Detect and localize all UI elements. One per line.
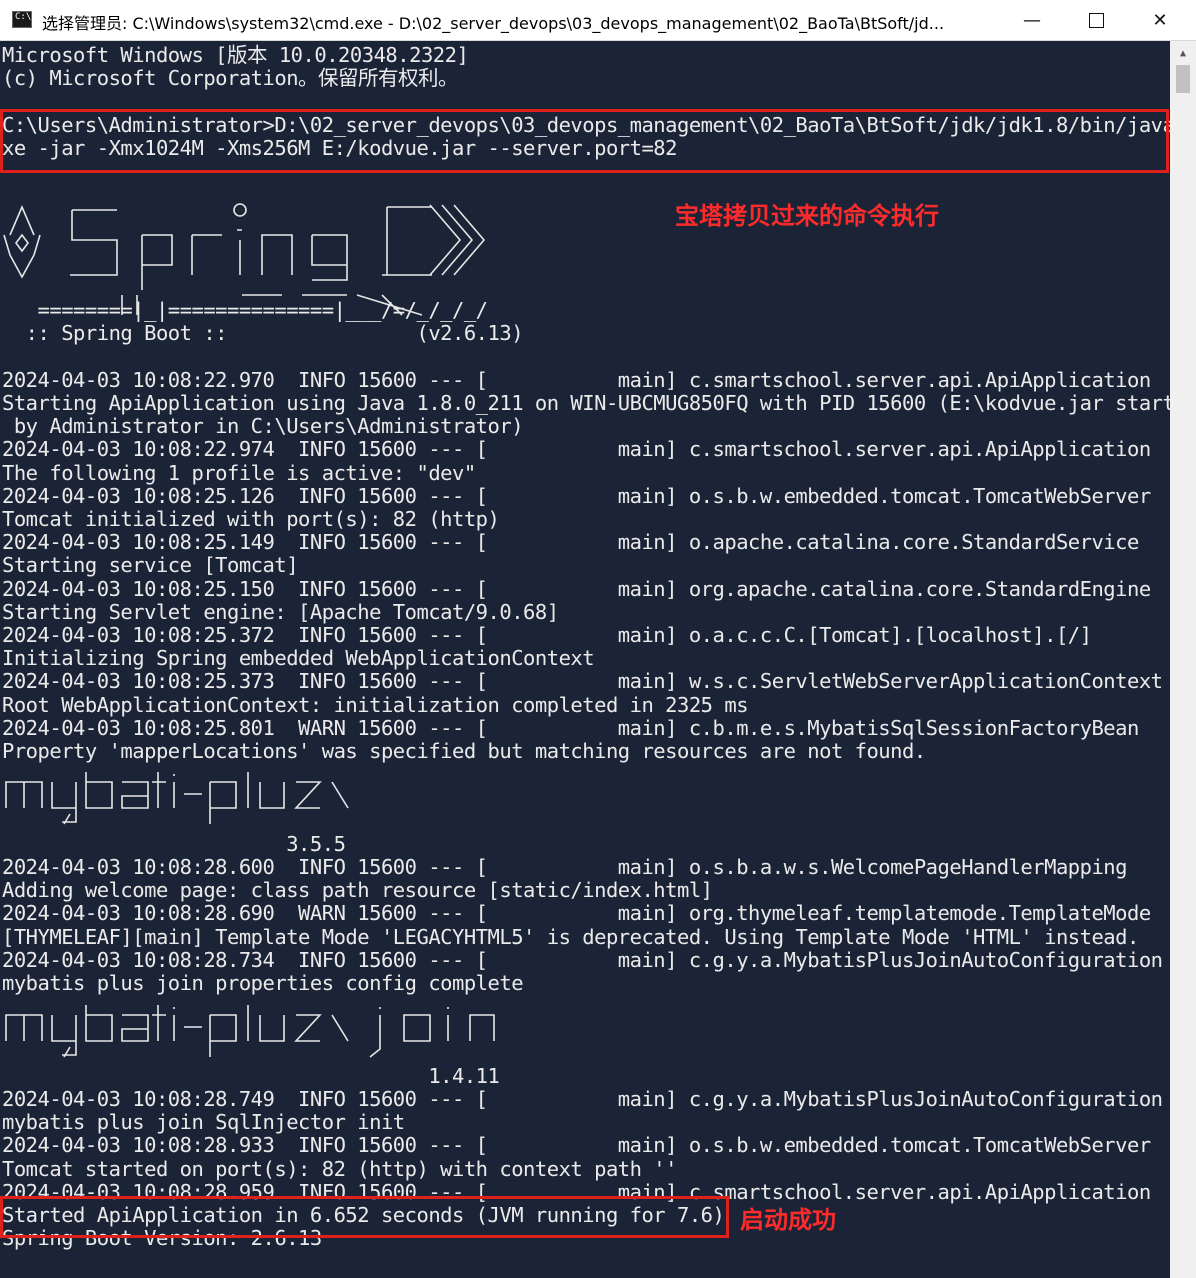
- close-icon: ✕: [1152, 9, 1168, 31]
- mybatis-plus-ascii-logo: [5, 772, 349, 825]
- console-line: 2024-04-03 10:08:28.749 INFO 15600 --- […: [2, 1087, 1170, 1111]
- console-line: 2024-04-03 10:08:28.690 WARN 15600 --- […: [2, 901, 1170, 926]
- console-line: Microsoft Windows [版本 10.0.20348.2322]: [2, 43, 469, 67]
- scroll-up-arrow-icon[interactable]: ▲: [1170, 41, 1196, 65]
- console-line: 2024-04-03 10:08:25.149 INFO 15600 --- […: [2, 530, 1170, 555]
- title-bar: C:\ 选择管理员: C:\Windows\system32\cmd.exe -…: [0, 0, 1196, 41]
- minimize-button[interactable]: —: [1002, 0, 1062, 40]
- console-line: Tomcat started on port(s): 82 (http) wit…: [2, 1156, 678, 1181]
- console-line: 2024-04-03 10:08:25.801 WARN 15600 --- […: [2, 715, 1170, 740]
- window-title: 选择管理员: C:\Windows\system32\cmd.exe - D:\…: [42, 14, 945, 33]
- spring-ascii-logo: [3, 203, 486, 316]
- mybatis-plus-join-ascii-logo: [5, 1005, 495, 1058]
- console-line: mybatis plus join SqlInjector init: [2, 1110, 405, 1135]
- console-line: 2024-04-03 10:08:22.974 INFO 15600 --- […: [2, 437, 1170, 462]
- console-line: mybatis plus join properties config comp…: [2, 971, 524, 995]
- maximize-button[interactable]: [1066, 0, 1126, 40]
- console-line: 2024-04-03 10:08:22.970 INFO 15600 --- […: [2, 367, 1170, 392]
- console-line: 3.5.5: [2, 831, 346, 856]
- console-line: by Administrator in C:\Users\Administrat…: [2, 414, 524, 439]
- vertical-scrollbar[interactable]: ▲: [1170, 41, 1196, 1278]
- console-line: Adding welcome page: class path resource…: [2, 878, 713, 903]
- console-line: :: Spring Boot :: (v2.6.13): [2, 321, 524, 346]
- console-line: Tomcat initialized with port(s): 82 (htt…: [2, 507, 500, 531]
- console-line: 2024-04-03 10:08:28.600 INFO 15600 --- […: [2, 855, 1170, 879]
- console-line: 2024-04-03 10:08:28.933 INFO 15600 --- […: [2, 1133, 1170, 1158]
- console-line: Starting ApiApplication using Java 1.8.0…: [2, 391, 1170, 415]
- console-line: 1.4.11: [2, 1063, 500, 1088]
- console-line: Property 'mapperLocations' was specified…: [2, 739, 926, 763]
- command-annotation: 宝塔拷贝过来的命令执行: [675, 202, 939, 230]
- minimize-icon: —: [1023, 9, 1041, 31]
- close-button[interactable]: ✕: [1130, 0, 1190, 40]
- started-highlight-box: [0, 1196, 729, 1238]
- maximize-icon: [1088, 12, 1104, 28]
- console-line: The following 1 profile is active: "dev": [2, 460, 476, 485]
- console-line: Initializing Spring embedded WebApplicat…: [2, 646, 595, 671]
- started-annotation: 启动成功: [740, 1206, 836, 1234]
- console-line: 2024-04-03 10:08:25.126 INFO 15600 --- […: [2, 483, 1170, 508]
- console-line: (c) Microsoft Corporation。保留所有权利。: [2, 66, 459, 91]
- console-line: Starting service [Tomcat]: [2, 553, 299, 578]
- console-line: 2024-04-03 10:08:25.373 INFO 15600 --- […: [2, 669, 1170, 694]
- console-line: 2024-04-03 10:08:25.150 INFO 15600 --- […: [2, 576, 1170, 601]
- console-line: 2024-04-03 10:08:25.372 INFO 15600 --- […: [2, 623, 1170, 647]
- command-highlight-box: [0, 109, 1169, 173]
- scrollbar-thumb[interactable]: [1176, 65, 1190, 93]
- console-line: Starting Servlet engine: [Apache Tomcat/…: [2, 599, 559, 624]
- console-line: [THYMELEAF][main] Template Mode 'LEGACYH…: [2, 924, 1139, 949]
- console-line: Root WebApplicationContext: initializati…: [2, 692, 749, 717]
- console-line: 2024-04-03 10:08:28.734 INFO 15600 --- […: [2, 947, 1170, 972]
- cmd-app-icon[interactable]: C:\: [12, 11, 32, 28]
